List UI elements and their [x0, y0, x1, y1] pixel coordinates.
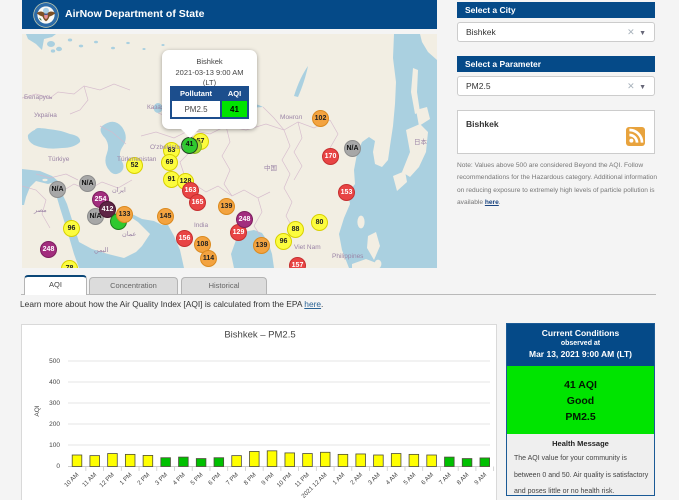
svg-text:1 AM: 1 AM	[331, 471, 346, 486]
svg-text:100: 100	[49, 442, 60, 449]
svg-text:5 PM: 5 PM	[189, 471, 204, 486]
svg-text:10 PM: 10 PM	[276, 471, 294, 489]
svg-text:3 AM: 3 AM	[367, 471, 382, 486]
svg-text:7 AM: 7 AM	[438, 471, 453, 486]
svg-text:1 PM: 1 PM	[118, 471, 133, 486]
svg-text:12 PM: 12 PM	[98, 471, 116, 489]
svg-text:400: 400	[49, 379, 60, 386]
svg-text:9 PM: 9 PM	[260, 471, 275, 486]
svg-text:10 AM: 10 AM	[63, 471, 80, 488]
svg-text:0: 0	[56, 463, 60, 470]
svg-text:Bishkek – PM2.5: Bishkek – PM2.5	[224, 330, 295, 341]
svg-text:2 PM: 2 PM	[136, 471, 151, 486]
svg-text:7 PM: 7 PM	[225, 471, 240, 486]
svg-text:6 PM: 6 PM	[207, 471, 222, 486]
svg-text:8 PM: 8 PM	[243, 471, 258, 486]
svg-text:11 AM: 11 AM	[81, 471, 98, 488]
svg-text:6 AM: 6 AM	[420, 471, 435, 486]
svg-text:4 PM: 4 PM	[172, 471, 187, 486]
svg-text:2 AM: 2 AM	[349, 471, 364, 486]
svg-text:200: 200	[49, 421, 60, 428]
svg-text:5 AM: 5 AM	[402, 471, 417, 486]
svg-text:4 AM: 4 AM	[385, 471, 400, 486]
svg-text:3 PM: 3 PM	[154, 471, 169, 486]
svg-text:8 AM: 8 AM	[456, 471, 471, 486]
svg-text:300: 300	[49, 400, 60, 407]
svg-text:AQI: AQI	[34, 405, 41, 416]
svg-text:9 AM: 9 AM	[473, 471, 488, 486]
svg-text:500: 500	[49, 358, 60, 365]
